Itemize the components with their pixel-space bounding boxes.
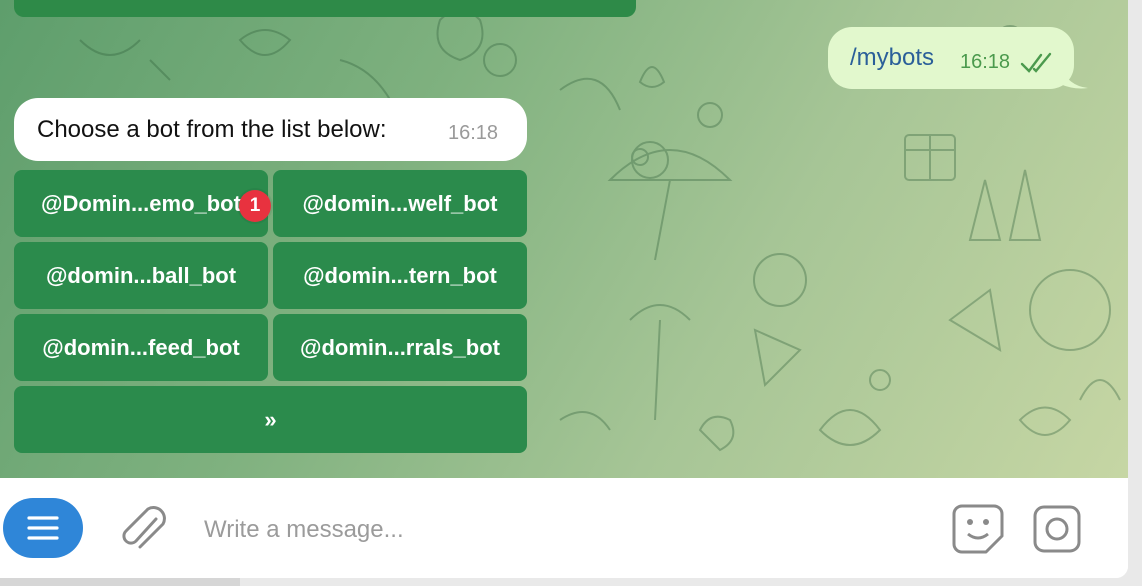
message-input[interactable] xyxy=(202,510,906,550)
bot-button-5[interactable]: @domin...feed_bot xyxy=(14,314,268,381)
double-check-icon xyxy=(1020,52,1052,73)
outgoing-message-time: 16:18 xyxy=(960,51,1011,73)
unread-badge: 1 xyxy=(239,190,271,222)
bot-button-label: @domin...ball_bot xyxy=(45,262,237,288)
window-shadow-strip xyxy=(0,578,240,586)
bot-button-label: @Domin...emo_bot xyxy=(41,190,241,216)
incoming-message-text: Choose a bot from the list below: xyxy=(37,116,387,143)
outgoing-message-text: /mybots xyxy=(850,44,935,71)
camera-icon[interactable] xyxy=(1030,502,1084,556)
bot-button-2[interactable]: @domin...welf_bot xyxy=(273,170,527,237)
bot-button-4[interactable]: @domin...tern_bot xyxy=(273,242,527,309)
bot-button-label: @domin...rrals_bot xyxy=(300,334,500,360)
paperclip-icon[interactable] xyxy=(118,503,168,555)
sticker-icon[interactable] xyxy=(950,500,1006,556)
next-page-button[interactable]: » xyxy=(14,386,527,453)
next-page-label: » xyxy=(264,406,277,432)
bot-button-1[interactable]: @Domin...emo_bot xyxy=(14,170,268,237)
bot-button-label: @domin...feed_bot xyxy=(42,334,240,360)
bot-button-label: @domin...tern_bot xyxy=(303,262,497,288)
bot-button-label: @domin...welf_bot xyxy=(302,190,498,216)
bot-button-3[interactable]: @domin...ball_bot xyxy=(14,242,268,309)
bubble-tail xyxy=(1060,66,1088,89)
bot-button-6[interactable]: @domin...rrals_bot xyxy=(273,314,527,381)
menu-icon xyxy=(27,516,59,540)
chat-background: /mybots 16:18 Choose a bot from the list… xyxy=(0,0,1128,478)
chat-window: /mybots 16:18 Choose a bot from the list… xyxy=(0,0,1128,578)
bot-menu-button[interactable] xyxy=(3,498,83,558)
incoming-message-time: 16:18 xyxy=(448,122,499,144)
previous-message-bar xyxy=(14,0,636,17)
